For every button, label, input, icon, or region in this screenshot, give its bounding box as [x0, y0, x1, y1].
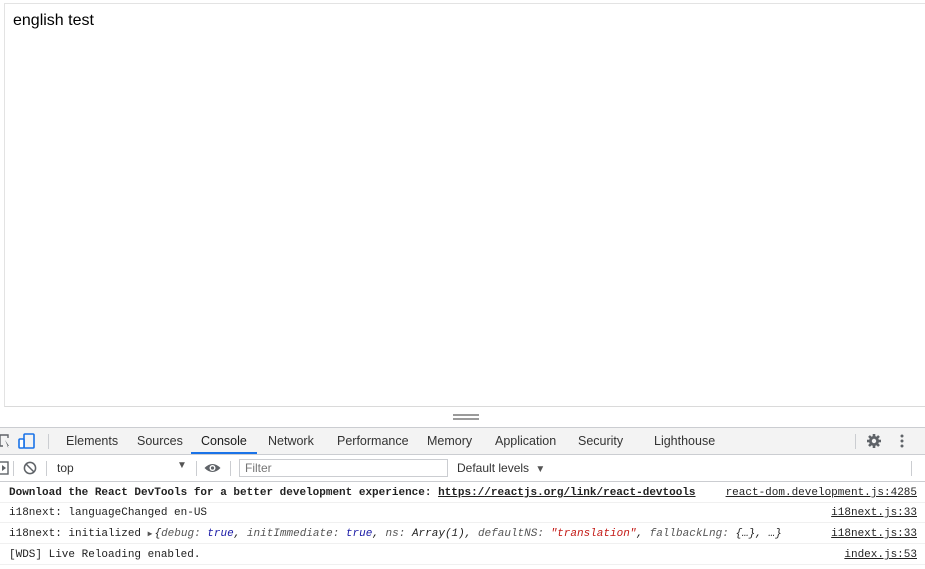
- inspect-element-icon[interactable]: [0, 434, 10, 448]
- eye-icon[interactable]: [204, 462, 221, 474]
- context-selector[interactable]: top ▼: [50, 455, 190, 481]
- tab-application[interactable]: Application: [485, 428, 566, 454]
- message-text: i18next: languageChanged en-US: [9, 507, 208, 519]
- message-text: [WDS] Live Reloading enabled.: [9, 549, 201, 561]
- console-prompt[interactable]: [0, 565, 925, 569]
- sidebar-toggle-icon[interactable]: [0, 461, 9, 475]
- toolbar-separator: [46, 461, 47, 476]
- tab-network[interactable]: Network: [258, 428, 324, 454]
- drag-grip-icon: [453, 414, 479, 420]
- message-source-link[interactable]: react-dom.development.js:4285: [726, 487, 917, 499]
- console-message: [WDS] Live Reloading enabled. index.js:5…: [0, 545, 925, 565]
- dropdown-arrow-icon: ▼: [535, 464, 546, 475]
- devtools-tab-bar: Elements Sources Console Network Perform…: [0, 427, 925, 455]
- settings-gear-icon[interactable]: [866, 433, 882, 449]
- devtools-resize-handle[interactable]: [0, 407, 925, 427]
- tab-memory[interactable]: Memory: [417, 428, 482, 454]
- default-levels-dropdown[interactable]: Default levels ▼: [457, 461, 545, 475]
- devtools-link[interactable]: https://reactjs.org/link/react-devtools: [438, 487, 695, 499]
- console-message: i18next: languageChanged en-US i18next.j…: [0, 503, 925, 523]
- toolbar-separator: [13, 461, 14, 476]
- tab-separator: [855, 434, 856, 449]
- expand-triangle-icon[interactable]: ▶: [148, 530, 153, 539]
- message-source-link[interactable]: index.js:53: [844, 549, 917, 561]
- context-selector-value: top: [57, 461, 74, 475]
- toolbar-separator: [230, 461, 231, 476]
- message-text: Download the React DevTools for a better…: [9, 487, 439, 499]
- tab-console[interactable]: Console: [191, 428, 257, 454]
- device-toggle-icon[interactable]: [18, 433, 36, 449]
- tab-sources[interactable]: Sources: [127, 428, 193, 454]
- page-viewport: english test: [4, 3, 925, 407]
- console-message: i18next: initialized ▶ {debug: true, init…: [0, 524, 925, 544]
- tab-performance[interactable]: Performance: [327, 428, 419, 454]
- console-message: Download the React DevTools for a better…: [0, 483, 925, 503]
- message-text: i18next: initialized: [9, 528, 148, 540]
- tab-lighthouse[interactable]: Lighthouse: [644, 428, 725, 454]
- page-content-text: english test: [13, 12, 94, 29]
- message-source-link[interactable]: i18next.js:33: [831, 528, 917, 540]
- toolbar-separator: [911, 461, 912, 476]
- console-toolbar: top ▼ Default levels ▼: [0, 455, 925, 482]
- message-source-link[interactable]: i18next.js:33: [831, 507, 917, 519]
- clear-console-icon[interactable]: [23, 461, 37, 475]
- object-preview[interactable]: {debug: true, initImmediate: true, ns: A…: [154, 528, 781, 540]
- console-filter-input[interactable]: [239, 459, 448, 477]
- tab-separator: [48, 434, 49, 449]
- toolbar-separator: [196, 461, 197, 476]
- more-vert-icon[interactable]: [899, 434, 905, 448]
- dropdown-arrow-icon: ▼: [177, 460, 187, 471]
- default-levels-label: Default levels: [457, 461, 530, 475]
- tab-security[interactable]: Security: [568, 428, 633, 454]
- tab-elements[interactable]: Elements: [56, 428, 128, 454]
